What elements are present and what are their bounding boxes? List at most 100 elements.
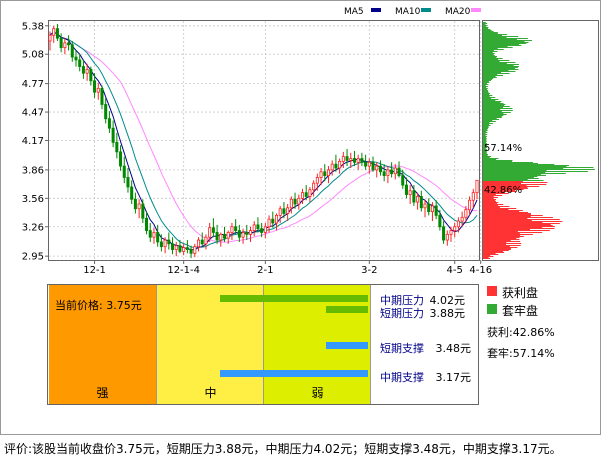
- candle-body: [464, 209, 468, 218]
- dist-bar: [483, 49, 504, 50]
- dist-bar: [483, 68, 516, 69]
- candle-body: [145, 217, 149, 231]
- dist-bar: [483, 45, 522, 46]
- dist-bar: [483, 113, 504, 114]
- dist-bar: [483, 237, 520, 238]
- dist-bar: [483, 232, 543, 233]
- trapped-percent: 57.14%: [484, 143, 523, 154]
- dist-bar: [483, 82, 490, 83]
- dist-bar: [483, 76, 496, 77]
- dist-bar: [483, 104, 506, 105]
- dist-bar: [483, 211, 520, 212]
- dist-bar: [483, 64, 520, 65]
- candle-body: [111, 127, 115, 143]
- dist-bar: [483, 240, 511, 241]
- dist-bar: [483, 205, 499, 206]
- mid-zone: 中: [156, 285, 264, 404]
- dist-bar: [483, 77, 497, 78]
- dist-bar: [483, 131, 487, 132]
- candle-body: [390, 169, 394, 175]
- dist-bar: [483, 197, 498, 198]
- dist-bar: [483, 89, 488, 90]
- dist-bar: [483, 31, 494, 32]
- candle-body: [200, 239, 204, 245]
- dist-bar: [483, 256, 494, 257]
- dist-bar: [483, 181, 523, 182]
- dist-bar: [483, 60, 510, 61]
- dist-bar: [483, 178, 539, 179]
- dist-bar: [483, 180, 544, 181]
- candle-body: [263, 226, 267, 233]
- x-tick-label: 4-5: [447, 265, 463, 276]
- dist-bar: [483, 174, 541, 175]
- dist-bar: [483, 241, 521, 242]
- short-support-bar: [326, 342, 368, 349]
- candle-body: [360, 158, 364, 163]
- candle-body: [408, 190, 412, 195]
- short-support-name: 短期支撑: [380, 342, 424, 355]
- dist-bar: [483, 78, 494, 79]
- dist-bar: [483, 245, 521, 246]
- candle-body: [289, 198, 293, 209]
- profit-swatch: [487, 286, 497, 296]
- candle-body: [171, 243, 175, 250]
- ma20-legend-swatch: [471, 8, 481, 12]
- dist-bar: [483, 228, 555, 229]
- candle-body: [460, 216, 464, 222]
- dist-bar: [483, 26, 487, 27]
- dist-bar: [483, 231, 518, 232]
- candle-body: [78, 59, 82, 67]
- y-tick-label: 3.26: [22, 222, 44, 233]
- y-tick-label: 4.17: [22, 136, 44, 147]
- trapped-swatch: [487, 304, 497, 314]
- dist-bar: [483, 28, 488, 29]
- dist-bar: [483, 73, 510, 74]
- dist-bar: [483, 213, 531, 214]
- candle-body: [55, 28, 59, 39]
- strong-zone: 当前价格: 3.75元 强: [49, 285, 156, 404]
- ma5-legend-label: MA5: [344, 7, 364, 17]
- dist-bar: [483, 176, 538, 177]
- dist-bar: [483, 254, 499, 255]
- candle-body: [326, 169, 330, 176]
- dist-bar: [483, 50, 494, 51]
- candle-body: [230, 226, 234, 233]
- dist-bar: [483, 111, 502, 112]
- candle-body: [237, 230, 241, 238]
- dist-bar: [483, 63, 507, 64]
- dist-bar: [483, 229, 531, 230]
- mid-resistance-bar: [220, 295, 368, 302]
- ma10-legend-swatch: [421, 8, 431, 12]
- candle-body: [371, 161, 375, 171]
- mid-support-bar: [220, 370, 368, 377]
- candle-body: [208, 227, 212, 238]
- candle-body: [286, 207, 290, 214]
- dist-bar: [483, 210, 523, 211]
- dist-bar: [483, 159, 497, 160]
- dist-bar: [483, 85, 486, 86]
- candle-body: [367, 161, 371, 167]
- dist-bar: [483, 83, 487, 84]
- dist-bar: [483, 218, 528, 219]
- candle-body: [445, 233, 449, 241]
- dist-bar: [483, 66, 519, 67]
- trapped-ratio: 套牢:57.14%: [487, 347, 555, 360]
- y-tick-label: 4.77: [22, 79, 44, 90]
- x-tick-label: 4-16: [469, 265, 492, 276]
- candle-body: [416, 196, 420, 203]
- candle-body: [330, 163, 334, 171]
- candle-body: [315, 177, 319, 184]
- dist-bar: [483, 201, 497, 202]
- dist-bar: [483, 59, 499, 60]
- dist-bar: [483, 137, 486, 138]
- dist-bar: [483, 215, 543, 216]
- dist-bar: [483, 119, 500, 120]
- short-resistance-name: 短期压力: [380, 307, 424, 320]
- dist-bar: [483, 255, 491, 256]
- candle-body: [148, 230, 152, 238]
- candle-body: [271, 218, 275, 224]
- candle-body: [63, 42, 67, 48]
- dist-bar: [483, 99, 499, 100]
- candle-body: [397, 167, 401, 176]
- dist-bar: [483, 246, 510, 247]
